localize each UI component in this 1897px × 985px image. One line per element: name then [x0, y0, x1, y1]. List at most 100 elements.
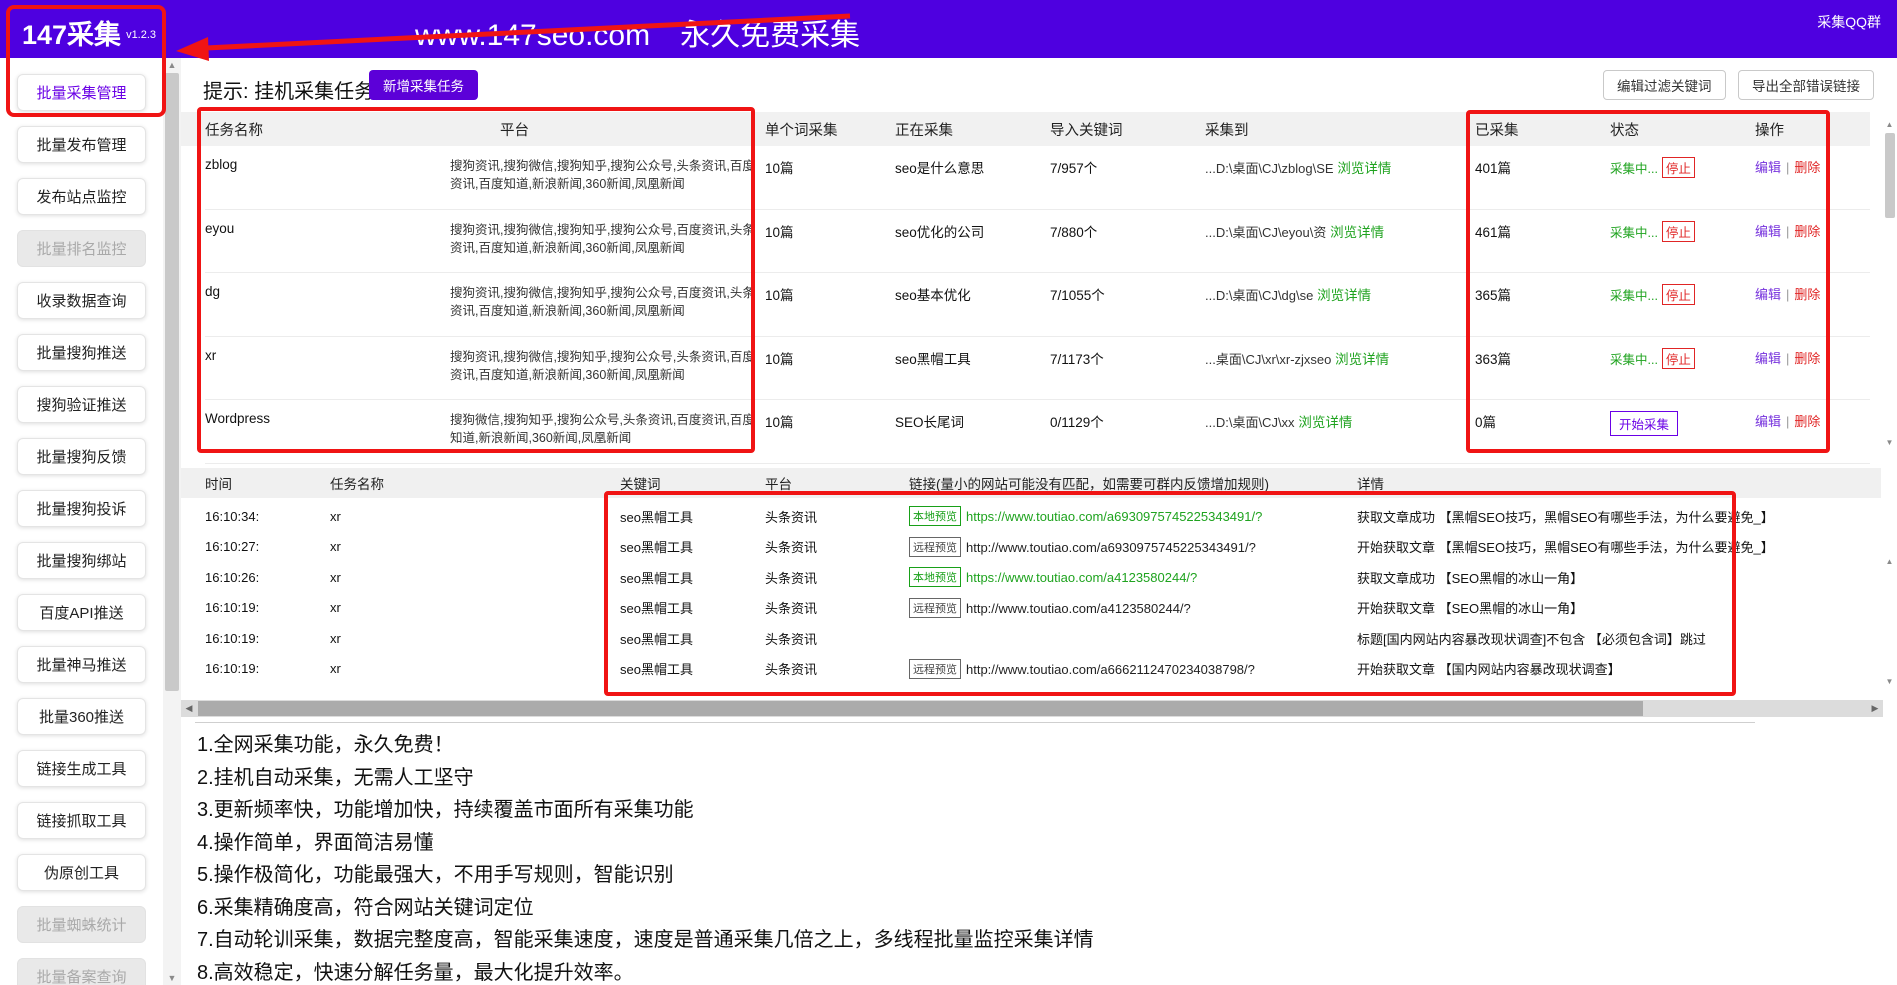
view-detail-link[interactable]: 浏览详情: [1317, 288, 1371, 303]
delete-link[interactable]: 删除: [1794, 287, 1820, 302]
stop-button[interactable]: 停止: [1662, 221, 1695, 242]
view-detail-link[interactable]: 浏览详情: [1298, 415, 1352, 430]
preview-badge[interactable]: 远程预览: [909, 659, 961, 679]
delete-link[interactable]: 删除: [1794, 160, 1820, 175]
feature-line: 7.自动轮训采集，数据完整度高，智能采集速度，速度是普通采集几倍之上，多线程批量…: [197, 924, 1755, 957]
log-table-header: 时间 任务名称 关键词 平台 链接(量小的网站可能没有匹配，如需要可群内反馈增加…: [181, 468, 1881, 498]
col-status: 状态: [1610, 119, 1755, 140]
left-scrollbar-thumb[interactable]: [165, 73, 179, 691]
table-row: xr 搜狗资讯,搜狗微信,搜狗知乎,搜狗公众号,头条资讯,百度资讯,百度知道,新…: [205, 337, 1870, 401]
preview-badge[interactable]: 远程预览: [909, 537, 961, 557]
log-row: 16:10:34: xr seo黑帽工具 头条资讯 本地预览https://ww…: [205, 501, 1881, 532]
sidebar: 批量采集管理批量发布管理发布站点监控批量排名监控收录数据查询批量搜狗推送搜狗验证…: [0, 58, 163, 985]
log-url-link[interactable]: http://www.toutiao.com/a6662112470234038…: [966, 662, 1255, 677]
save-path: ...D:\桌面\CJ\dg\se: [1205, 288, 1313, 303]
log-row: 16:10:26: xr seo黑帽工具 头条资讯 本地预览https://ww…: [205, 562, 1881, 593]
sidebar-item[interactable]: 搜狗验证推送: [17, 386, 146, 423]
imported-keywords: 7/1173个: [1050, 348, 1205, 368]
task-platforms: 搜狗资讯,搜狗微信,搜狗知乎,搜狗公众号,百度资讯,头条资讯,百度知道,新浪新闻…: [450, 284, 765, 320]
preview-badge[interactable]: 本地预览: [909, 506, 961, 526]
log-platform: 头条资讯: [765, 568, 909, 587]
log-task-name: xr: [330, 570, 620, 585]
edit-filter-keywords-button[interactable]: 编辑过滤关键词: [1603, 70, 1726, 100]
sidebar-item[interactable]: 链接抓取工具: [17, 802, 146, 839]
right-scrollbar-thumb[interactable]: [1885, 133, 1895, 218]
stop-button[interactable]: 停止: [1662, 348, 1695, 369]
log-scroll-down-icon[interactable]: ▼: [1883, 677, 1896, 686]
preview-badge[interactable]: 本地预览: [909, 567, 961, 587]
sidebar-item[interactable]: 批量发布管理: [17, 126, 146, 163]
per-word-count: 10篇: [765, 411, 895, 431]
scroll-right-icon[interactable]: ▶: [1867, 700, 1883, 717]
save-path: ...D:\桌面\CJ\zblog\SE: [1205, 161, 1334, 176]
horizontal-scrollbar-thumb[interactable]: [198, 701, 1643, 716]
sidebar-item[interactable]: 链接生成工具: [17, 750, 146, 787]
sidebar-item[interactable]: 批量神马推送: [17, 646, 146, 683]
col-collecting: 正在采集: [895, 119, 1050, 140]
log-row: 16:10:19: xr seo黑帽工具 头条资讯 远程预览http://www…: [205, 593, 1881, 624]
sidebar-item[interactable]: 批量采集管理: [17, 74, 146, 111]
horizontal-scrollbar[interactable]: ◀ ▶: [181, 700, 1883, 717]
edit-link[interactable]: 编辑: [1755, 160, 1781, 175]
delete-link[interactable]: 删除: [1794, 414, 1820, 429]
log-url-link[interactable]: http://www.toutiao.com/a4123580244/?: [966, 601, 1191, 616]
task-name: eyou: [205, 221, 450, 236]
scroll-left-icon[interactable]: ◀: [181, 700, 197, 717]
sidebar-item[interactable]: 批量360推送: [17, 698, 146, 735]
right-scroll-up-icon[interactable]: ▲: [1883, 120, 1896, 129]
edit-link[interactable]: 编辑: [1755, 287, 1781, 302]
stop-button[interactable]: 停止: [1662, 157, 1695, 178]
log-url-link[interactable]: https://www.toutiao.com/a693097574522534…: [966, 509, 1262, 524]
action-separator: |: [1786, 287, 1789, 302]
features-list: 1.全网采集功能，永久免费！2.挂机自动采集，无需人工坚守3.更新频率快，功能增…: [195, 722, 1755, 985]
sidebar-item[interactable]: 批量搜狗投诉: [17, 490, 146, 527]
scroll-down-icon[interactable]: ▼: [163, 971, 181, 985]
log-time: 16:10:34:: [205, 509, 330, 524]
log-row: 16:10:19: xr seo黑帽工具 头条资讯 远程预览http://www…: [205, 654, 1881, 685]
view-detail-link[interactable]: 浏览详情: [1337, 161, 1391, 176]
sidebar-item[interactable]: 伪原创工具: [17, 854, 146, 891]
log-url-link[interactable]: http://www.toutiao.com/a6930975745225343…: [966, 540, 1256, 555]
start-collect-button[interactable]: 开始采集: [1610, 411, 1678, 436]
task-name: dg: [205, 284, 450, 299]
new-task-button[interactable]: 新增采集任务: [369, 70, 478, 100]
view-detail-link[interactable]: 浏览详情: [1330, 225, 1384, 240]
export-error-links-button[interactable]: 导出全部错误链接: [1738, 70, 1874, 100]
sidebar-item[interactable]: 收录数据查询: [17, 282, 146, 319]
collecting-keyword: SEO长尾词: [895, 411, 1050, 431]
log-detail: 标题[国内网站内容暴改现状调查]不包含 【必须包含词】跳过: [1357, 629, 1881, 648]
view-detail-link[interactable]: 浏览详情: [1335, 352, 1389, 367]
save-path: ...桌面\CJ\xr\xr-zjxseo: [1205, 352, 1331, 367]
log-detail: 开始获取文章 【国内网站内容暴改现状调查】: [1357, 659, 1881, 678]
tasks-table-body: zblog 搜狗资讯,搜狗微信,搜狗知乎,搜狗公众号,头条资讯,百度资讯,百度知…: [181, 146, 1870, 464]
log-detail: 开始获取文章 【黑帽SEO技巧，黑帽SEO有哪些手法，为什么要避免_】: [1357, 537, 1881, 556]
log-platform: 头条资讯: [765, 659, 909, 678]
delete-link[interactable]: 删除: [1794, 224, 1820, 239]
sidebar-item[interactable]: 批量搜狗绑站: [17, 542, 146, 579]
stop-button[interactable]: 停止: [1662, 284, 1695, 305]
log-scroll-up-icon[interactable]: ▲: [1883, 557, 1896, 566]
sidebar-item[interactable]: 批量搜狗推送: [17, 334, 146, 371]
sidebar-item[interactable]: 百度API推送: [17, 594, 146, 631]
collected-count: 363篇: [1475, 348, 1610, 368]
log-platform: 头条资讯: [765, 629, 909, 648]
topbar: 147采集v1.2.3 www.147seo.com 永久免费采集 采集QQ群: [0, 0, 1897, 58]
edit-link[interactable]: 编辑: [1755, 224, 1781, 239]
right-scroll-down-icon[interactable]: ▼: [1883, 438, 1896, 447]
col-per-word: 单个词采集: [765, 119, 895, 140]
sidebar-item[interactable]: 发布站点监控: [17, 178, 146, 215]
collecting-keyword: seo黑帽工具: [895, 348, 1050, 368]
scroll-up-icon[interactable]: ▲: [163, 58, 181, 72]
delete-link[interactable]: 删除: [1794, 351, 1820, 366]
preview-badge[interactable]: 远程预览: [909, 598, 961, 618]
status-collecting-label: 采集中...: [1610, 226, 1658, 240]
collected-count: 0篇: [1475, 411, 1610, 431]
edit-link[interactable]: 编辑: [1755, 351, 1781, 366]
edit-link[interactable]: 编辑: [1755, 414, 1781, 429]
sidebar-item[interactable]: 批量搜狗反馈: [17, 438, 146, 475]
task-platforms: 搜狗资讯,搜狗微信,搜狗知乎,搜狗公众号,头条资讯,百度资讯,百度知道,新浪新闻…: [450, 157, 765, 193]
qq-group-link[interactable]: 采集QQ群: [1817, 12, 1881, 32]
log-url-link[interactable]: https://www.toutiao.com/a4123580244/?: [966, 570, 1197, 585]
left-scrollbar[interactable]: ▲ ▼: [163, 58, 181, 985]
log-time: 16:10:19:: [205, 631, 330, 646]
